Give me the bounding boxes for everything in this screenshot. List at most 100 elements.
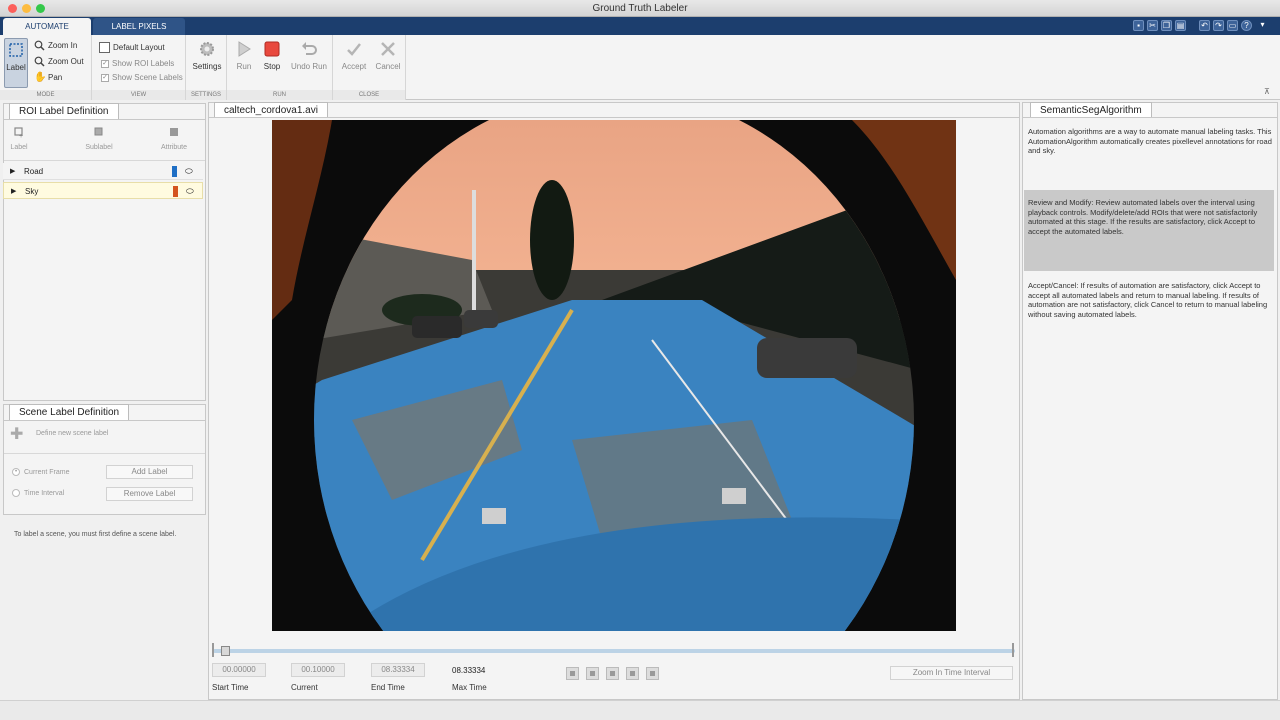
add-attribute-button[interactable]: Attribute: [156, 126, 192, 151]
copy-icon[interactable]: ❐: [1161, 20, 1172, 31]
cancel-button[interactable]: Cancel: [369, 38, 407, 82]
show-scene-labels-label: Show Scene Labels: [112, 73, 183, 82]
view-group-label: VIEW: [92, 90, 185, 100]
roi-label-name: Road: [24, 167, 44, 176]
undo-run-label: Undo Run: [290, 62, 328, 71]
roi-panel-title: ROI Label Definition: [9, 103, 119, 119]
label-mode-label: Label: [6, 63, 26, 72]
label-button-text: Label: [10, 144, 28, 151]
collapse-ribbon-icon[interactable]: ⊼: [1264, 87, 1270, 96]
radio-selected-icon: •: [12, 468, 20, 476]
next-frame-icon: [630, 671, 635, 676]
start-time-field[interactable]: 00.00000: [212, 663, 266, 677]
hand-icon: ✋: [34, 72, 47, 84]
current-time-field[interactable]: 00.10000: [291, 663, 345, 677]
close-icon: [381, 42, 395, 56]
start-time-caption: Start Time: [212, 683, 249, 692]
scene-label-hint: To label a scene, you must first define …: [14, 531, 177, 538]
add-scene-label-button[interactable]: Add Label: [106, 465, 193, 479]
timeline-start-marker[interactable]: [212, 643, 214, 657]
checkbox-icon: ✓: [101, 59, 109, 68]
help-icon[interactable]: ?: [1241, 20, 1252, 31]
status-bar: [0, 700, 1280, 720]
radio-icon: [12, 489, 20, 497]
algorithm-intro-text: Automation algorithms are a way to autom…: [1028, 127, 1272, 155]
label-add-icon: +: [14, 127, 23, 138]
undo-icon[interactable]: ↶: [1199, 20, 1210, 31]
close-window-button[interactable]: [8, 4, 17, 13]
zoom-window-button[interactable]: [36, 4, 45, 13]
define-scene-label-placeholder[interactable]: Define new scene label: [36, 430, 108, 437]
run-group-label: RUN: [227, 90, 332, 100]
end-time-caption: End Time: [371, 683, 405, 692]
time-interval-radio[interactable]: Time Interval: [12, 489, 64, 497]
add-sublabel-button[interactable]: Sublabel: [82, 126, 116, 151]
mode-group: Label Zoom In Zoom Out ✋ Pan MODE: [0, 35, 92, 100]
end-time-field[interactable]: 08.33334: [371, 663, 425, 677]
view-group: Default Layout ✓ Show ROI Labels ✓ Show Sc…: [92, 35, 186, 100]
tab-automate[interactable]: AUTOMATE: [3, 18, 91, 35]
show-scene-labels-checkbox[interactable]: ✓ Show Scene Labels: [101, 71, 183, 85]
roi-label-row-road[interactable]: ▶ Road ⬭: [3, 163, 203, 180]
stop-icon: [264, 41, 280, 57]
tab-label-pixels[interactable]: LABEL PIXELS: [93, 18, 185, 35]
remove-scene-label-button[interactable]: Remove Label: [106, 487, 193, 501]
svg-text:+: +: [19, 133, 23, 138]
segmentation-overlay: [272, 120, 956, 631]
first-frame-button[interactable]: [566, 667, 579, 680]
zoom-out-label: Zoom Out: [48, 57, 84, 66]
timeline-scrubber[interactable]: [221, 646, 230, 656]
pan-button[interactable]: ✋ Pan: [34, 71, 62, 85]
stop-button[interactable]: Stop: [256, 38, 288, 82]
stop-label: Stop: [263, 62, 281, 71]
add-label-button[interactable]: + Label: [4, 126, 34, 151]
close-group: Accept Cancel CLOSE: [333, 35, 406, 100]
save-icon[interactable]: ▪: [1133, 20, 1144, 31]
video-frame[interactable]: [272, 120, 956, 631]
paste-icon[interactable]: ▤: [1175, 20, 1186, 31]
undo-run-button[interactable]: Undo Run: [289, 38, 329, 82]
redo-icon[interactable]: ↷: [1213, 20, 1224, 31]
settings-group: Settings SETTINGS: [186, 35, 227, 100]
cut-icon[interactable]: ✂: [1147, 20, 1158, 31]
add-scene-label-icon[interactable]: ✚: [10, 427, 23, 443]
color-swatch[interactable]: [172, 166, 177, 177]
zoom-out-button[interactable]: Zoom Out: [34, 55, 84, 69]
minimize-window-button[interactable]: [22, 4, 31, 13]
algorithm-review-text: Review and Modify: Review automated labe…: [1028, 198, 1258, 236]
label-mode-button[interactable]: Label: [4, 38, 28, 88]
expand-triangle-icon[interactable]: ▶: [11, 183, 16, 200]
time-interval-label: Time Interval: [24, 489, 65, 497]
zoom-in-time-interval-button[interactable]: Zoom In Time Interval: [890, 666, 1013, 680]
timeline-track[interactable]: [213, 649, 1015, 653]
settings-label: Settings: [192, 62, 222, 71]
expand-triangle-icon[interactable]: ▶: [10, 163, 15, 180]
color-swatch[interactable]: [173, 186, 178, 197]
video-file-tab[interactable]: caltech_cordova1.avi: [214, 102, 328, 118]
show-roi-labels-checkbox[interactable]: ✓ Show ROI Labels: [101, 57, 174, 71]
timeline-end-marker[interactable]: [1012, 643, 1014, 657]
roi-label-row-sky[interactable]: ▶ Sky ⬭: [3, 182, 203, 199]
settings-button[interactable]: Settings: [188, 38, 226, 82]
pixel-label-icon: ⬭: [186, 186, 194, 196]
sublabel-button-text: Sublabel: [85, 144, 113, 151]
minimize-icon[interactable]: ▭: [1227, 20, 1238, 31]
run-group: Run Stop Undo Run RUN: [227, 35, 333, 100]
accept-button[interactable]: Accept: [335, 38, 373, 82]
show-roi-labels-label: Show ROI Labels: [112, 59, 175, 68]
previous-frame-button[interactable]: [586, 667, 599, 680]
settings-group-label: SETTINGS: [186, 90, 226, 100]
last-frame-button[interactable]: [646, 667, 659, 680]
roi-label-name: Sky: [25, 187, 39, 196]
default-layout-button[interactable]: Default Layout: [99, 41, 165, 55]
ribbon-toolstrip: Label Zoom In Zoom Out ✋ Pan MODE Default…: [0, 35, 1280, 100]
last-frame-icon: [650, 671, 655, 676]
current-frame-radio[interactable]: • Current Frame: [12, 468, 70, 476]
chevron-down-icon[interactable]: ▾: [1257, 20, 1268, 31]
play-button[interactable]: [606, 667, 619, 680]
next-frame-button[interactable]: [626, 667, 639, 680]
zoom-in-button[interactable]: Zoom In: [34, 39, 77, 53]
window-title-bar: Ground Truth Labeler: [0, 0, 1280, 17]
run-label: Run: [236, 62, 252, 71]
undo-icon: [302, 42, 317, 55]
